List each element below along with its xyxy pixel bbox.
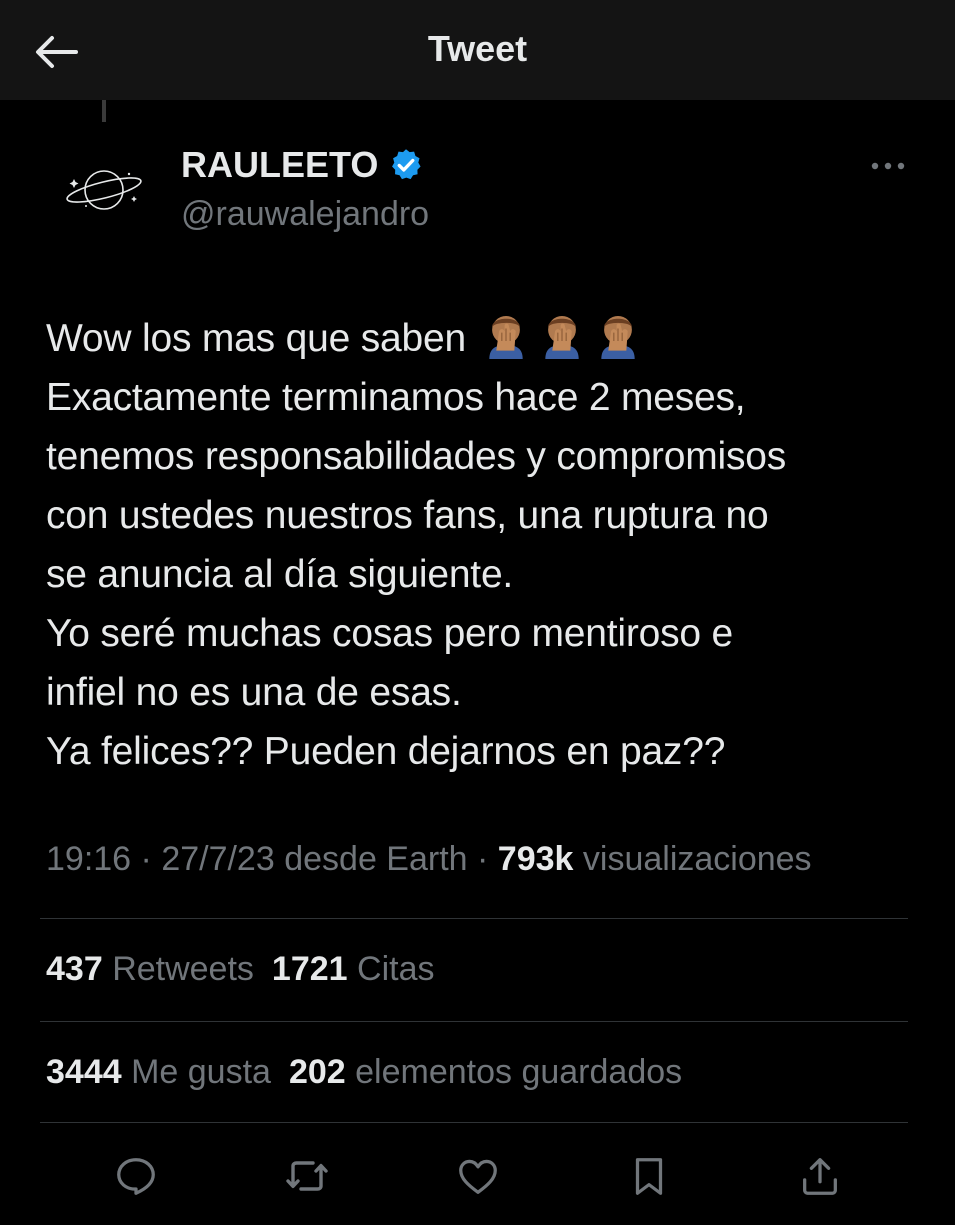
more-options-button[interactable] [866, 152, 910, 180]
retweets-stat[interactable]: 437 Retweets [46, 950, 254, 988]
tweet-metadata: 19:16 · 27/7/23 desde Earth · 793k visua… [46, 840, 812, 879]
author-handle[interactable]: @rauwalejandro [181, 195, 429, 234]
likes-label: Me gusta [131, 1053, 271, 1091]
views-count[interactable]: 793k [498, 840, 574, 878]
repost-stats-row: 437 Retweets 1721 Citas [46, 950, 452, 989]
bookmark-button[interactable] [623, 1150, 675, 1202]
thread-connector-line [102, 100, 106, 122]
quotes-stat[interactable]: 1721 Citas [272, 950, 435, 988]
divider [40, 1122, 908, 1123]
quotes-label: Citas [357, 950, 435, 988]
engagement-stats-row: 3444 Me gusta 202 elementos guardados [46, 1053, 700, 1092]
author-display-name[interactable]: RAULEETO [181, 144, 424, 186]
retweets-label: Retweets [112, 950, 254, 988]
meta-separator: · [131, 840, 162, 878]
tweet-line: Yo seré muchas cosas pero mentiroso e [46, 612, 734, 655]
reply-icon [117, 1158, 155, 1195]
more-dots-icon [871, 162, 905, 170]
verified-badge-icon [392, 149, 421, 180]
bookmarks-count: 202 [288, 1053, 346, 1091]
retweet-button[interactable] [281, 1150, 333, 1202]
like-button[interactable] [452, 1150, 504, 1202]
tweet-time[interactable]: 19:16 [46, 840, 131, 878]
reply-button[interactable] [110, 1150, 162, 1202]
tweet-line: Exactamente terminamos hace 2 meses, [46, 376, 746, 419]
tweet-line: con ustedes nuestros fans, una ruptura n… [46, 494, 769, 537]
tweet-date[interactable]: 27/7/23 [161, 840, 274, 878]
page-title: Tweet [427, 28, 528, 69]
retweets-count: 437 [46, 950, 103, 988]
action-bar [0, 1140, 955, 1210]
bookmarks-label: elementos guardados [355, 1053, 683, 1091]
quotes-count: 1721 [271, 950, 348, 988]
avatar[interactable] [48, 134, 158, 244]
likes-count: 3444 [46, 1053, 122, 1091]
planet-logo-icon [66, 170, 142, 210]
face-palm-emoji-icon [544, 315, 579, 359]
tweet-line-text: Wow los mas que saben [46, 317, 466, 360]
tweet-source: desde Earth [284, 840, 468, 878]
share-button[interactable] [794, 1150, 846, 1202]
share-icon [803, 1158, 837, 1195]
likes-stat[interactable]: 3444 Me gusta [46, 1053, 271, 1091]
retweet-icon [286, 1161, 328, 1191]
bookmark-icon [635, 1158, 663, 1195]
display-name-text: RAULEETO [181, 144, 379, 185]
tweet-line: Ya felices?? Pueden dejarnos en paz?? [46, 730, 726, 773]
top-bar: Tweet [0, 0, 955, 100]
divider [40, 918, 908, 919]
bookmarks-stat[interactable]: 202 elementos guardados [289, 1053, 682, 1091]
meta-separator: · [467, 840, 498, 878]
divider [40, 1021, 908, 1022]
tweet-text: Wow los mas que saben Exactamente termin… [46, 309, 926, 781]
face-palm-emoji-icon [600, 315, 635, 359]
tweet-line: tenemos responsabilidades y compromisos [46, 435, 787, 478]
tweet-line: infiel no es una de esas. [46, 671, 462, 714]
face-palm-emojis [481, 309, 643, 359]
tweet-line: se anuncia al día siguiente. [46, 553, 514, 596]
face-palm-emoji-icon [488, 315, 523, 359]
like-icon [459, 1159, 497, 1194]
views-label: visualizaciones [582, 840, 812, 878]
tweet-line: Wow los mas que saben [46, 309, 926, 368]
